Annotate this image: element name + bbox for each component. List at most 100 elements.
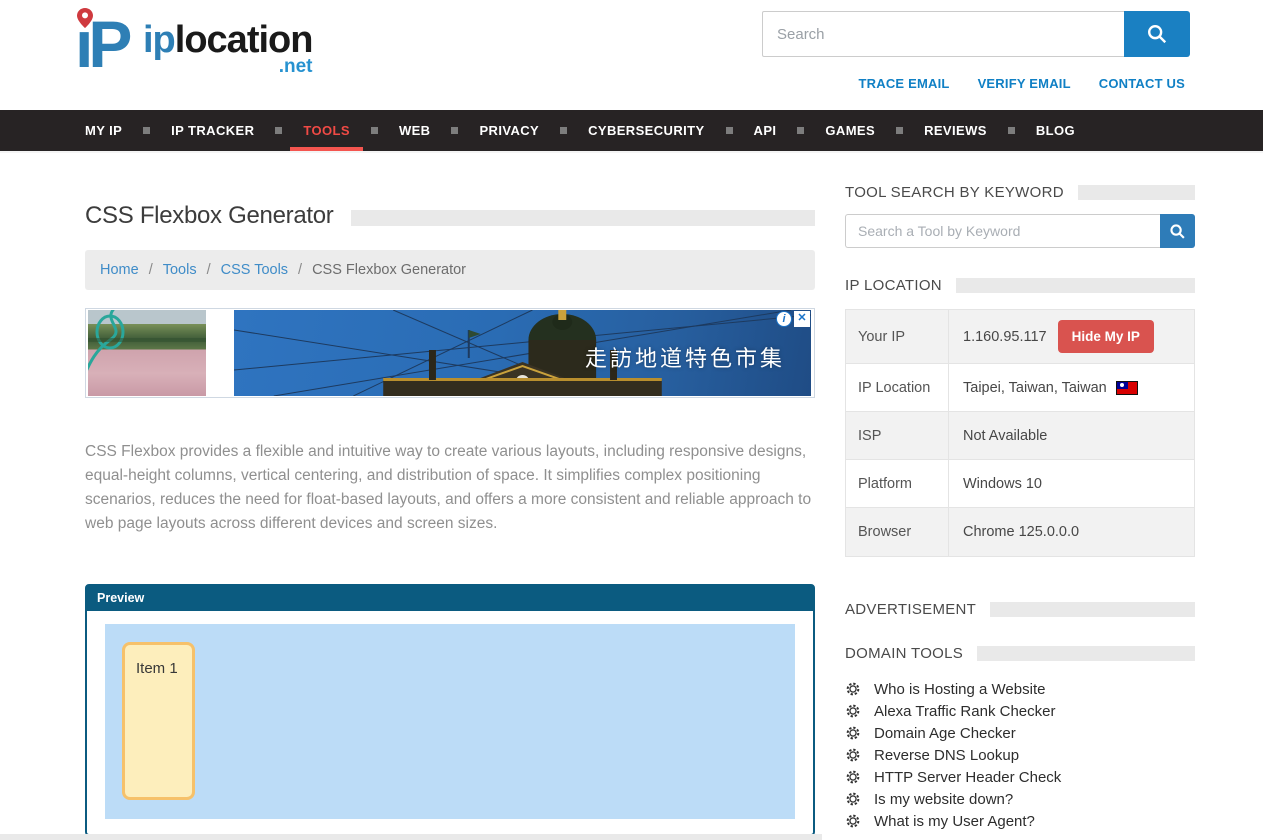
table-row: IP Location Taipei, Taiwan, Taiwan bbox=[846, 364, 1194, 412]
gear-icon bbox=[845, 703, 861, 719]
sidebar: TOOL SEARCH BY KEYWORD IP LOCATION Your … bbox=[845, 153, 1195, 832]
logo-mark: ıP bbox=[75, 6, 141, 82]
logo-word-ip: ip bbox=[143, 19, 175, 61]
map-pin-icon bbox=[77, 8, 93, 28]
contact-us-link[interactable]: CONTACT US bbox=[1099, 76, 1185, 91]
nav-separator bbox=[797, 127, 804, 134]
row-label: IP Location bbox=[846, 364, 949, 411]
preview-panel: Preview Item 1 bbox=[85, 584, 815, 836]
header-search-button[interactable] bbox=[1124, 11, 1190, 57]
tool-search bbox=[845, 214, 1195, 248]
row-label: Your IP bbox=[846, 310, 949, 363]
breadcrumb-css-tools[interactable]: CSS Tools bbox=[221, 262, 288, 278]
ad-main-image: 走訪地道特色市集 i ✕ bbox=[234, 310, 811, 396]
browser-value: Chrome 125.0.0.0 bbox=[963, 524, 1079, 540]
nav-separator bbox=[560, 127, 567, 134]
nav-separator bbox=[143, 127, 150, 134]
table-row: Platform Windows 10 bbox=[846, 460, 1194, 508]
breadcrumb-tools[interactable]: Tools bbox=[163, 262, 197, 278]
nav-separator bbox=[896, 127, 903, 134]
flex-item-1[interactable]: Item 1 bbox=[122, 642, 195, 800]
nav-separator bbox=[371, 127, 378, 134]
domain-tools-list: Who is Hosting a Website Alexa Traffic R… bbox=[845, 678, 1195, 832]
tool-search-button[interactable] bbox=[1160, 214, 1195, 248]
domain-tool-domain-age[interactable]: Domain Age Checker bbox=[845, 722, 1195, 744]
ad-info-icon[interactable]: i bbox=[776, 311, 792, 327]
your-ip-value: 1.160.95.117 bbox=[963, 329, 1047, 345]
nav-separator bbox=[1008, 127, 1015, 134]
ad-headline: 走訪地道特色市集 bbox=[585, 341, 785, 373]
breadcrumb-home[interactable]: Home bbox=[100, 262, 139, 278]
isp-value: Not Available bbox=[963, 428, 1047, 444]
header-links: TRACE EMAIL VERIFY EMAIL CONTACT US bbox=[859, 76, 1185, 91]
hide-my-ip-button[interactable]: Hide My IP bbox=[1058, 320, 1154, 353]
title-decorative-bar bbox=[351, 210, 815, 226]
domain-tool-reverse-dns[interactable]: Reverse DNS Lookup bbox=[845, 744, 1195, 766]
nav-separator bbox=[726, 127, 733, 134]
domain-tool-whois-hosting[interactable]: Who is Hosting a Website bbox=[845, 678, 1195, 700]
page-bottom-strip bbox=[0, 834, 822, 840]
nav-item-blog[interactable]: BLOG bbox=[1015, 110, 1096, 151]
breadcrumb-separator: / bbox=[298, 262, 302, 278]
page-title: CSS Flexbox Generator bbox=[85, 202, 333, 230]
row-label: Platform bbox=[846, 460, 949, 507]
gear-icon bbox=[845, 681, 861, 697]
gear-icon bbox=[845, 747, 861, 763]
nav-item-my-ip[interactable]: MY IP bbox=[64, 110, 143, 151]
main-nav: MY IP IP TRACKER TOOLS WEB PRIVACY CYBER… bbox=[0, 110, 1263, 153]
verify-email-link[interactable]: VERIFY EMAIL bbox=[978, 76, 1071, 91]
logo-net: .net bbox=[279, 56, 313, 78]
breadcrumb: Home / Tools / CSS Tools / CSS Flexbox G… bbox=[85, 250, 815, 290]
tool-description: CSS Flexbox provides a flexible and intu… bbox=[85, 440, 815, 536]
search-icon bbox=[1169, 223, 1186, 240]
main-content: CSS Flexbox Generator Home / Tools / CSS… bbox=[85, 153, 815, 836]
domain-tool-alexa-rank[interactable]: Alexa Traffic Rank Checker bbox=[845, 700, 1195, 722]
heading-decorative-bar bbox=[956, 278, 1195, 293]
tool-search-input[interactable] bbox=[845, 214, 1160, 248]
domain-tool-http-header[interactable]: HTTP Server Header Check bbox=[845, 766, 1195, 788]
nav-item-reviews[interactable]: REVIEWS bbox=[903, 110, 1008, 151]
flexbox-preview-container: Item 1 bbox=[105, 624, 795, 819]
domain-tools-heading: DOMAIN TOOLS bbox=[845, 645, 963, 662]
taiwan-flag-icon bbox=[1116, 381, 1138, 395]
trace-email-link[interactable]: TRACE EMAIL bbox=[859, 76, 950, 91]
nav-item-ip-tracker[interactable]: IP TRACKER bbox=[150, 110, 275, 151]
ip-location-value: Taipei, Taiwan, Taiwan bbox=[963, 380, 1107, 396]
logo-word-location: location bbox=[175, 19, 313, 61]
header-search bbox=[762, 11, 1190, 57]
domain-tool-user-agent[interactable]: What is my User Agent? bbox=[845, 810, 1195, 832]
ip-location-heading: IP LOCATION bbox=[845, 277, 942, 294]
ip-location-table: Your IP 1.160.95.117 Hide My IP IP Locat… bbox=[845, 309, 1195, 557]
breadcrumb-separator: / bbox=[207, 262, 211, 278]
nav-item-games[interactable]: GAMES bbox=[804, 110, 896, 151]
table-row: Your IP 1.160.95.117 Hide My IP bbox=[846, 310, 1194, 364]
gear-icon bbox=[845, 725, 861, 741]
tool-search-heading: TOOL SEARCH BY KEYWORD bbox=[845, 184, 1064, 201]
nav-separator bbox=[275, 127, 282, 134]
nav-item-api[interactable]: API bbox=[733, 110, 798, 151]
nav-item-web[interactable]: WEB bbox=[378, 110, 452, 151]
nav-item-cybersecurity[interactable]: CYBERSECURITY bbox=[567, 110, 725, 151]
preview-body: Item 1 bbox=[87, 611, 813, 834]
gear-icon bbox=[845, 791, 861, 807]
site-header: ıP iplocation .net TRACE EMAIL VERIFY EM… bbox=[0, 0, 1263, 110]
breadcrumb-current: CSS Flexbox Generator bbox=[312, 262, 466, 278]
ad-close-icon[interactable]: ✕ bbox=[794, 311, 810, 327]
domain-tool-website-down[interactable]: Is my website down? bbox=[845, 788, 1195, 810]
row-label: ISP bbox=[846, 412, 949, 459]
logo-text: iplocation .net bbox=[143, 20, 312, 60]
table-row: ISP Not Available bbox=[846, 412, 1194, 460]
advertisement-heading: ADVERTISEMENT bbox=[845, 601, 976, 618]
nav-separator bbox=[451, 127, 458, 134]
site-logo[interactable]: ıP iplocation .net bbox=[75, 6, 312, 82]
ad-banner[interactable]: 走訪地道特色市集 i ✕ bbox=[85, 308, 815, 398]
ad-left-image bbox=[88, 310, 206, 396]
header-search-input[interactable] bbox=[762, 11, 1124, 57]
row-label: Browser bbox=[846, 508, 949, 556]
search-icon bbox=[1146, 23, 1168, 45]
nav-item-privacy[interactable]: PRIVACY bbox=[458, 110, 560, 151]
gear-icon bbox=[845, 769, 861, 785]
nav-item-tools[interactable]: TOOLS bbox=[282, 110, 371, 151]
heading-decorative-bar bbox=[977, 646, 1195, 661]
heading-decorative-bar bbox=[990, 602, 1195, 617]
